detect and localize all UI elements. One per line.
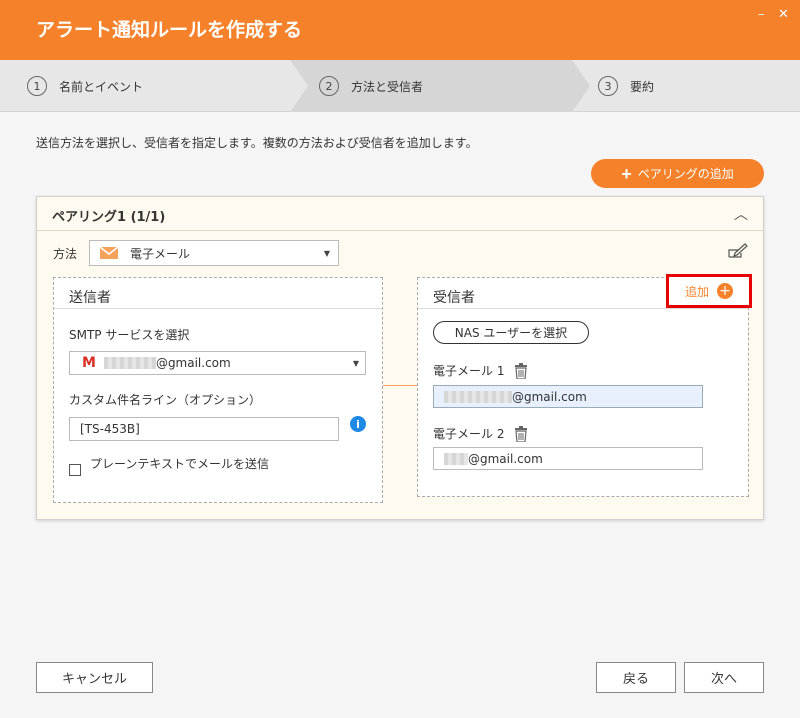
method-value: 電子メール (130, 246, 191, 261)
subject-label: カスタム件名ライン（オプション） (69, 393, 262, 407)
step-label: 要約 (630, 79, 655, 94)
dropdown-caret-icon: ▼ (352, 359, 359, 368)
step-label: 方法と受信者 (351, 79, 424, 94)
add-recipient-button[interactable]: 追加 + (666, 274, 752, 308)
step-2: 2 方法と受信者 (319, 60, 423, 112)
collapse-chevron-icon[interactable]: ︿ (734, 204, 748, 224)
minimize-icon[interactable]: – (758, 8, 765, 22)
email-1-value: @gmail.com (512, 389, 587, 404)
pairing-panel: ペアリング1 (1/1) ︿ 方法 電子メール ▼ 送信者 SMTP サービスを… (36, 196, 764, 520)
cancel-button[interactable]: キャンセル (36, 662, 153, 693)
add-pairing-button[interactable]: + ペアリングの追加 (591, 159, 764, 188)
email-1-label: 電子メール 1 (433, 364, 505, 378)
sender-card: 送信者 SMTP サービスを選択 M @gmail.com ▼ カスタム件名ライ… (53, 277, 383, 503)
pairing-header[interactable]: ペアリング1 (1/1) ︿ (37, 197, 763, 231)
email-1-input[interactable]: @gmail.com (433, 385, 703, 408)
method-label: 方法 (53, 247, 78, 261)
smtp-label: SMTP サービスを選択 (69, 328, 190, 342)
step-number: 3 (598, 76, 618, 96)
step-label: 名前とイベント (59, 79, 144, 94)
email-2-input[interactable]: @gmail.com (433, 447, 703, 470)
info-icon[interactable]: i (350, 416, 366, 432)
subject-input[interactable] (69, 417, 339, 441)
plus-icon: + (621, 163, 632, 184)
instructions-text: 送信方法を選択し、受信者を指定します。複数の方法および受信者を追加します。 (36, 136, 478, 150)
step-number: 1 (27, 76, 47, 96)
dropdown-caret-icon: ▼ (323, 249, 330, 258)
redacted-text (444, 390, 512, 403)
recipient-title: 受信者 (433, 290, 475, 306)
step-1: 1 名前とイベント (27, 60, 143, 112)
edit-message-icon[interactable] (727, 242, 749, 260)
email-2-label-row: 電子メール 2 (433, 425, 528, 442)
plain-text-label[interactable]: プレーンテキストでメールを送信 (90, 457, 270, 472)
smtp-value: @gmail.com (155, 356, 231, 370)
envelope-icon (100, 247, 118, 259)
email-1-label-row: 電子メール 1 (433, 362, 528, 379)
step-number: 2 (319, 76, 339, 96)
add-pairing-label: ペアリングの追加 (637, 167, 734, 181)
connector-line (383, 385, 417, 386)
gmail-icon: M (82, 355, 96, 371)
select-nas-user-button[interactable]: NAS ユーザーを選択 (433, 321, 589, 344)
sender-title: 送信者 (69, 290, 111, 306)
plain-text-checkbox[interactable] (69, 464, 81, 476)
trash-icon[interactable] (514, 362, 528, 379)
email-2-label: 電子メール 2 (433, 427, 505, 441)
add-recipient-label: 追加 (684, 284, 709, 299)
recipient-card: 受信者 追加 + NAS ユーザーを選択 電子メール 1 @gmail.com … (417, 274, 752, 497)
step-bar: 1 名前とイベント 2 方法と受信者 3 要約 (0, 60, 800, 112)
trash-icon[interactable] (514, 425, 528, 442)
plus-circle-icon: + (717, 283, 733, 299)
window-title: アラート通知ルールを作成する (36, 19, 303, 41)
smtp-service-select[interactable]: M @gmail.com ▼ (69, 351, 366, 375)
close-icon[interactable]: ✕ (778, 8, 789, 22)
email-2-value: @gmail.com (468, 451, 543, 466)
pairing-title: ペアリング1 (1/1) (52, 210, 166, 225)
step-3: 3 要約 (598, 60, 654, 112)
method-select[interactable]: 電子メール ▼ (89, 240, 339, 266)
title-bar: アラート通知ルールを作成する – ✕ (0, 0, 800, 60)
redacted-text (444, 452, 468, 465)
next-button[interactable]: 次へ (684, 662, 764, 693)
back-button[interactable]: 戻る (596, 662, 676, 693)
redacted-text (103, 357, 156, 369)
